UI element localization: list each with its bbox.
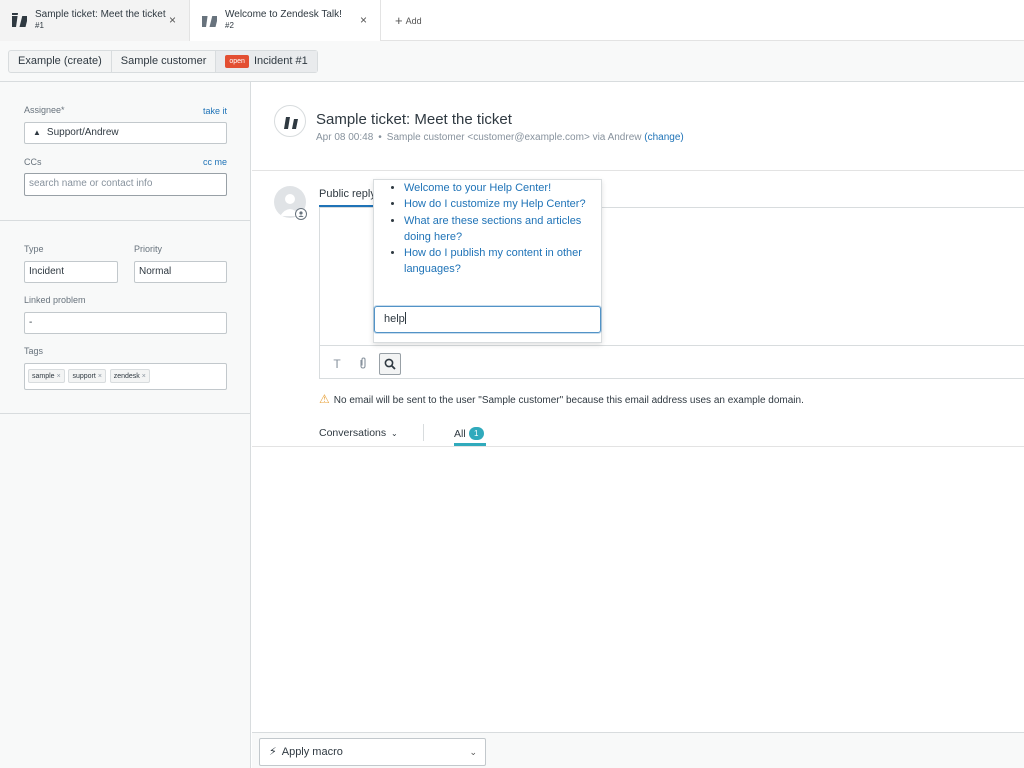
assignee-label: Assignee* xyxy=(24,105,65,115)
conversations-filter[interactable]: Conversations ⌄ xyxy=(319,427,398,439)
priority-select[interactable]: Normal xyxy=(134,261,227,283)
tab-title: Welcome to Zendesk Talk! xyxy=(225,9,342,20)
ticket-footer: ⚡︎ Apply macro ⌄ xyxy=(252,732,1024,768)
ticket-meta: Apr 08 00:48 • Sample customer <customer@e… xyxy=(316,132,684,143)
remove-tag-icon[interactable]: × xyxy=(142,373,146,380)
knowledge-search-value: help xyxy=(384,313,405,325)
separator-dot-icon: • xyxy=(378,132,382,143)
tag: zendesk × xyxy=(109,369,150,384)
change-requester-link[interactable]: (change) xyxy=(644,132,683,143)
ticket-date: Apr 08 00:48 xyxy=(316,132,374,143)
knowledge-search-popup: Welcome to your Help Center! How do I cu… xyxy=(373,179,602,343)
public-reply-tab[interactable]: Public reply xyxy=(319,188,376,200)
ticket-tab-1[interactable]: Sample ticket: Meet the ticket #1 × xyxy=(0,0,190,41)
tab-bar: Sample ticket: Meet the ticket #1 × Welc… xyxy=(0,0,1024,41)
ticket-channel-avatar xyxy=(274,105,306,137)
zendesk-logo-icon xyxy=(12,13,27,27)
warning-icon: ⚠ xyxy=(319,392,330,406)
add-tab-button[interactable]: + Add xyxy=(395,13,422,28)
ccs-label: CCs xyxy=(24,157,42,167)
breadcrumb-ticket[interactable]: open Incident #1 xyxy=(216,51,317,72)
cc-me-link[interactable]: cc me xyxy=(203,157,227,167)
divider xyxy=(0,413,250,414)
article-link[interactable]: What are these sections and articles doi… xyxy=(404,213,596,246)
type-select[interactable]: Incident xyxy=(24,261,118,283)
breadcrumb-ticket-label: Incident #1 xyxy=(253,55,308,67)
ticket-requester: Sample customer <customer@example.com> v… xyxy=(386,132,642,143)
attachment-icon[interactable] xyxy=(352,353,374,375)
linked-problem-label: Linked problem xyxy=(24,295,86,305)
priority-label: Priority xyxy=(134,244,163,254)
add-tab-label: Add xyxy=(405,16,422,26)
breadcrumb-bar: Example (create) Sample customer open Inc… xyxy=(0,41,1024,82)
close-tab-icon[interactable]: × xyxy=(360,13,367,27)
breadcrumb: Example (create) Sample customer open Inc… xyxy=(8,50,318,73)
text-caret xyxy=(404,312,406,324)
article-suggestions: Welcome to your Help Center! How do I cu… xyxy=(386,180,596,278)
tag: support × xyxy=(68,369,106,384)
plus-icon: + xyxy=(395,13,403,28)
divider xyxy=(252,170,1024,171)
tab-ticket-number: #2 xyxy=(225,21,234,30)
divider xyxy=(0,220,250,221)
tab-title: Sample ticket: Meet the ticket xyxy=(35,9,166,20)
assignee-field[interactable]: ▲ Support/Andrew xyxy=(24,122,227,144)
warning-text: No email will be sent to the user "Sampl… xyxy=(333,395,804,406)
remove-tag-icon[interactable]: × xyxy=(57,373,61,380)
assignee-value: Support/Andrew xyxy=(46,127,119,138)
article-link[interactable]: Welcome to your Help Center! xyxy=(404,180,596,196)
apply-macro-button[interactable]: ⚡︎ Apply macro ⌄ xyxy=(259,738,486,766)
remove-tag-icon[interactable]: × xyxy=(98,373,102,380)
ticket-tab-2[interactable]: Welcome to Zendesk Talk! #2 × xyxy=(190,0,381,41)
chevron-down-icon: ⌄ xyxy=(391,429,398,438)
tag: sample × xyxy=(28,369,65,384)
email-warning: ⚠ No email will be sent to the user "Samp… xyxy=(319,392,804,406)
zendesk-logo-icon xyxy=(284,117,298,129)
chevron-down-icon: ⌄ xyxy=(469,747,477,757)
person-icon: ▲ xyxy=(33,128,41,137)
article-link[interactable]: How do I customize my Help Center? xyxy=(404,196,596,212)
search-icon[interactable] xyxy=(379,353,401,375)
tags-input[interactable]: sample × support × zendesk × xyxy=(24,363,227,390)
text-format-icon[interactable]: T xyxy=(326,353,348,375)
ticket-main: Sample ticket: Meet the ticket Apr 08 00… xyxy=(252,82,1024,732)
close-tab-icon[interactable]: × xyxy=(169,13,176,27)
article-link[interactable]: How do I publish my content in other lan… xyxy=(404,245,596,278)
all-label: All xyxy=(454,428,466,440)
type-label: Type xyxy=(24,244,44,254)
conversations-label: Conversations xyxy=(319,427,387,439)
status-badge: open xyxy=(225,55,249,68)
divider xyxy=(423,424,424,441)
breadcrumb-requester[interactable]: Sample customer xyxy=(112,51,217,72)
apply-macro-label: Apply macro xyxy=(281,746,343,758)
tab-all[interactable]: All 1 xyxy=(454,427,484,440)
person-icon xyxy=(298,211,304,217)
zendesk-logo-icon xyxy=(202,16,217,27)
ticket-properties-sidebar: Assignee* take it ▲ Support/Andrew CCs cc… xyxy=(0,82,251,768)
tab-ticket-number: #1 xyxy=(35,21,44,30)
count-badge: 1 xyxy=(468,427,484,440)
divider xyxy=(252,446,1024,447)
lightning-icon: ⚡︎ xyxy=(269,746,277,758)
knowledge-search-input[interactable]: help xyxy=(374,306,601,333)
user-badge-icon xyxy=(295,208,307,220)
ccs-search-input[interactable]: search name or contact info xyxy=(24,173,227,196)
editor-toolbar: T xyxy=(319,345,1024,379)
ticket-title: Sample ticket: Meet the ticket xyxy=(316,111,512,128)
tags-label: Tags xyxy=(24,346,44,356)
linked-problem-select[interactable]: - xyxy=(24,312,227,334)
take-it-link[interactable]: take it xyxy=(203,106,227,116)
breadcrumb-organization[interactable]: Example (create) xyxy=(9,51,112,72)
